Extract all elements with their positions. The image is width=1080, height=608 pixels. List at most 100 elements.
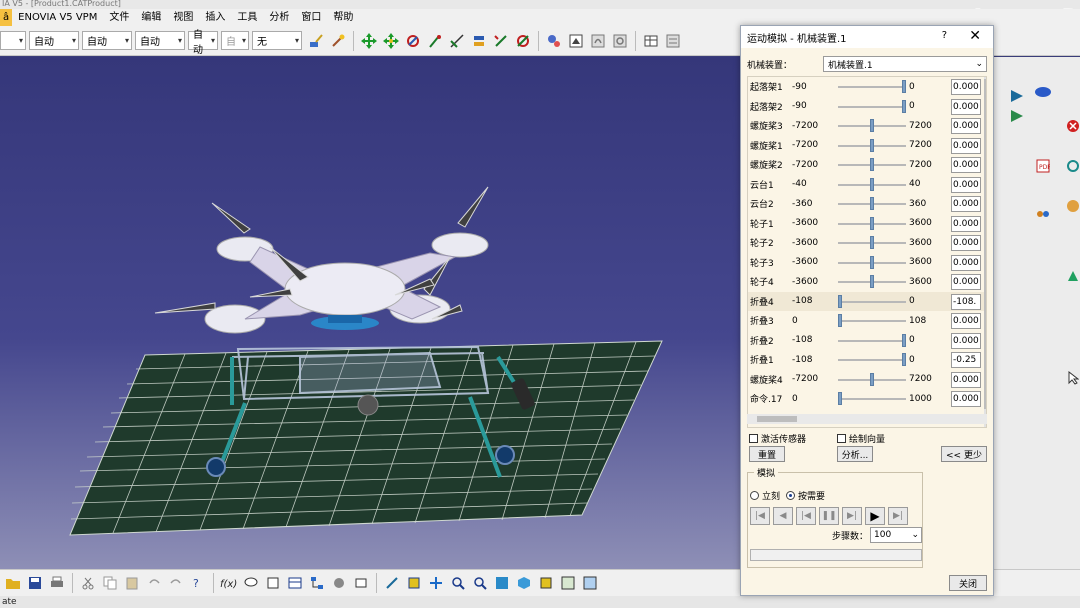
command-slider[interactable] — [838, 236, 906, 249]
transparency-combo[interactable]: 自动 ▾ — [82, 31, 132, 50]
command-value-field[interactable]: 0.000 — [951, 313, 981, 329]
command-slider[interactable] — [838, 80, 906, 93]
joint-icon[interactable] — [1008, 87, 1026, 105]
command-value-field[interactable]: 0.000 — [951, 274, 981, 290]
step-forward-icon[interactable]: ▶| — [842, 507, 862, 525]
dialog-title-bar[interactable]: 运动模拟 - 机械装置.1 ? ✕ — [741, 26, 993, 48]
whats-this-icon[interactable]: ? — [188, 573, 208, 593]
command-value-field[interactable]: 0.000 — [951, 137, 981, 154]
command-slider[interactable] — [838, 197, 906, 210]
paste-icon[interactable] — [122, 573, 142, 593]
clash-icon[interactable] — [425, 31, 445, 51]
command-slider[interactable] — [838, 119, 906, 132]
command-value-field[interactable]: -0.25 — [951, 352, 981, 368]
command-value-field[interactable]: 0.000 — [951, 332, 981, 349]
command-slider[interactable] — [838, 275, 906, 288]
table-icon[interactable] — [641, 31, 661, 51]
command-slider-thumb[interactable] — [870, 255, 874, 269]
command-slider-thumb[interactable] — [870, 119, 874, 132]
magic-wand-icon[interactable] — [328, 31, 348, 51]
command-slider[interactable] — [838, 138, 906, 152]
menu-tools[interactable]: 工具 — [231, 9, 263, 26]
command-slider[interactable] — [838, 372, 906, 386]
plot-vectors-checkbox[interactable]: 绘制向量 — [837, 432, 885, 445]
steps-select[interactable]: 100 ⌄ — [870, 527, 922, 543]
command-value-field[interactable]: 0.000 — [951, 235, 981, 251]
linetype-combo[interactable]: 自动 ▾ — [135, 31, 185, 50]
color-combo[interactable]: 自动 ▾ — [29, 31, 79, 50]
cursor-icon[interactable] — [1064, 369, 1080, 387]
command-slider[interactable] — [838, 333, 906, 347]
undo-icon[interactable] — [144, 573, 164, 593]
contact-icon[interactable] — [469, 31, 489, 51]
command-slider[interactable] — [838, 99, 906, 113]
fly-icon[interactable] — [382, 573, 402, 593]
command-slider-thumb[interactable] — [902, 99, 906, 113]
skip-to-start-icon[interactable]: |◀ — [750, 507, 770, 525]
command-slider[interactable] — [838, 177, 906, 191]
bom-icon[interactable] — [663, 31, 683, 51]
command-slider-thumb[interactable] — [870, 197, 874, 210]
close-button[interactable]: 关闭 — [949, 575, 987, 591]
command-value-field[interactable]: 0.000 — [951, 391, 981, 407]
command-slider-thumb[interactable] — [838, 314, 842, 327]
hscroll-thumb[interactable] — [757, 416, 797, 422]
swirl-icon[interactable] — [1064, 157, 1080, 175]
formula-icon[interactable]: f(x) — [219, 573, 239, 593]
immediate-radio[interactable]: 立刻 — [750, 489, 780, 502]
layer-combo[interactable]: ▾ — [0, 31, 26, 50]
command-list-hscroll[interactable] — [747, 414, 987, 424]
vscroll-thumb[interactable] — [984, 79, 986, 409]
help-icon[interactable]: ? — [942, 30, 947, 41]
play-backward-icon[interactable]: ◀ — [773, 507, 793, 525]
on-request-radio[interactable]: 按需要 — [786, 489, 825, 502]
open-folder-icon[interactable] — [3, 573, 23, 593]
step-backward-icon[interactable]: |◀ — [796, 507, 816, 525]
command-slider-thumb[interactable] — [870, 138, 874, 152]
pause-icon[interactable]: ❚❚ — [819, 507, 839, 525]
command-slider[interactable] — [838, 255, 906, 269]
command-slider-thumb[interactable] — [870, 177, 874, 191]
command-slider-thumb[interactable] — [870, 372, 874, 386]
update-icon[interactable] — [544, 31, 564, 51]
menu-view[interactable]: 视图 — [167, 9, 199, 26]
redo-icon[interactable] — [166, 573, 186, 593]
command-slider-thumb[interactable] — [838, 294, 842, 308]
shape-icon[interactable] — [1064, 267, 1080, 285]
command-slider-thumb[interactable] — [870, 216, 874, 230]
reset-button[interactable]: 重置 — [749, 446, 785, 462]
offset-icon[interactable] — [491, 31, 511, 51]
menu-window[interactable]: 窗口 — [295, 9, 327, 26]
skip-to-end-icon[interactable]: ▶| — [888, 507, 908, 525]
zoom-in-icon[interactable] — [448, 573, 468, 593]
render-style-combo[interactable]: 无 ▾ — [252, 31, 302, 50]
command-value-field[interactable]: 0.000 — [951, 254, 981, 271]
law-icon[interactable] — [263, 573, 283, 593]
hide-show-icon[interactable] — [558, 573, 578, 593]
snap-icon[interactable] — [381, 31, 401, 51]
angle-icon[interactable] — [513, 31, 533, 51]
command-slider[interactable] — [838, 353, 906, 366]
less-button[interactable]: << 更少 — [941, 446, 987, 462]
command-slider-thumb[interactable] — [870, 236, 874, 249]
command-slider-thumb[interactable] — [838, 392, 842, 405]
fit-all-icon[interactable] — [404, 573, 424, 593]
fixed-part-icon[interactable] — [1008, 107, 1026, 125]
lineweight-combo[interactable]: 自动 ▾ — [188, 30, 218, 56]
knowledge-icon[interactable] — [329, 573, 349, 593]
design-table-icon[interactable] — [285, 573, 305, 593]
palette-icon[interactable] — [1064, 197, 1080, 215]
close-red-icon[interactable] — [1064, 117, 1080, 135]
paint-brush-icon[interactable] — [306, 31, 326, 51]
command-slider-thumb[interactable] — [870, 158, 874, 171]
swap-visible-icon[interactable] — [580, 573, 600, 593]
activate-sensors-checkbox[interactable]: 激活传感器 — [749, 432, 806, 445]
print-icon[interactable] — [47, 573, 67, 593]
command-slider-thumb[interactable] — [902, 353, 906, 366]
command-value-field[interactable]: 0.000 — [951, 215, 981, 232]
comment-icon[interactable] — [241, 573, 261, 593]
command-slider[interactable] — [838, 158, 906, 171]
tree-icon[interactable] — [307, 573, 327, 593]
command-value-field[interactable]: 0.000 — [951, 196, 981, 212]
command-slider[interactable] — [838, 314, 906, 327]
